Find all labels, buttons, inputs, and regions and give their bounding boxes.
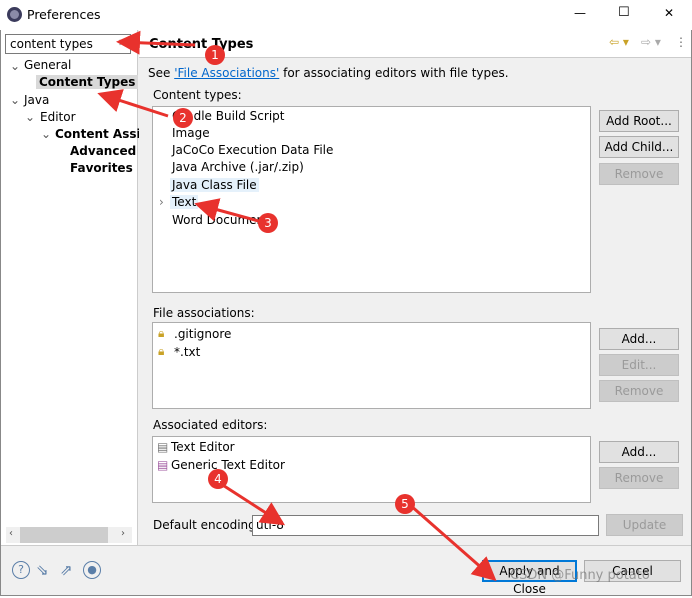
annotation-arrow bbox=[116, 30, 196, 55]
annotation-overlay: 1 2 3 4 5 bbox=[97, 30, 497, 581]
annotation-number: 2 bbox=[179, 111, 187, 125]
annotation-arrow bbox=[194, 198, 263, 224]
annotation-number: 5 bbox=[401, 497, 409, 511]
annotation-number: 1 bbox=[211, 48, 219, 62]
annotation-number: 4 bbox=[214, 472, 222, 486]
annotation-number: 3 bbox=[264, 216, 272, 230]
annotation-arrow bbox=[217, 480, 286, 526]
annotation-arrow bbox=[409, 503, 497, 581]
annotation-arrow bbox=[97, 89, 169, 118]
